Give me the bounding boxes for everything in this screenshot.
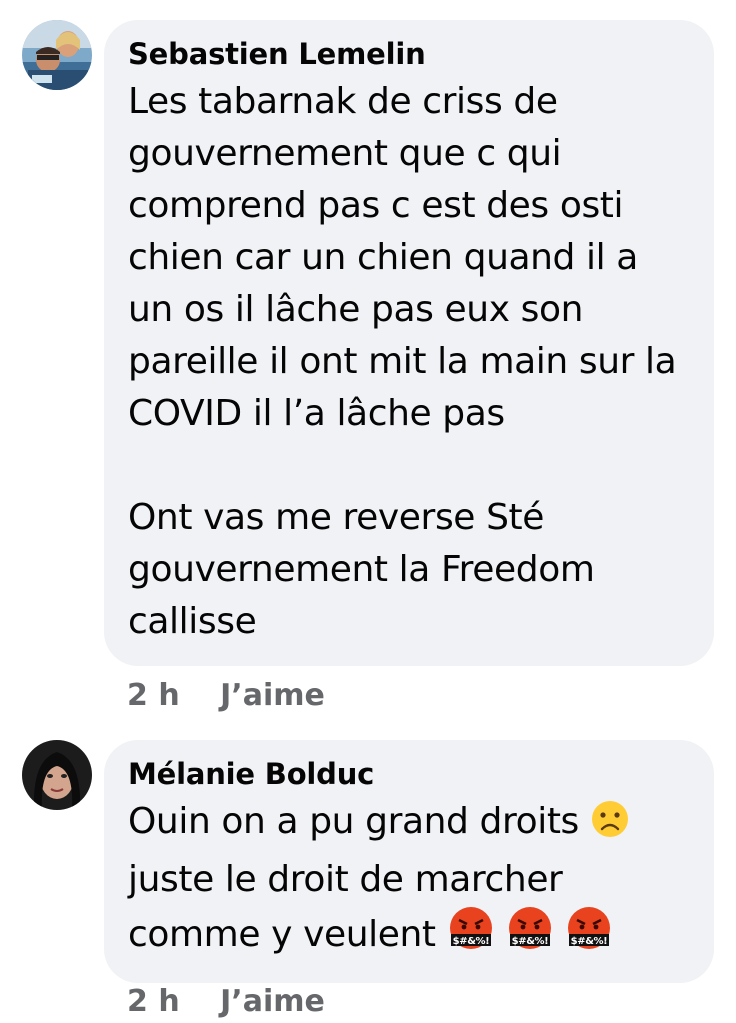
- like-button[interactable]: J’aime: [220, 984, 325, 1020]
- comment-text-line: Ouin on a pu grand droits: [128, 801, 579, 842]
- like-button[interactable]: J’aime: [220, 678, 325, 714]
- face-with-symbols-on-mouth-emoji: $#&%!: [565, 906, 613, 967]
- comment-author[interactable]: Mélanie Bolduc: [128, 756, 690, 792]
- comment-author[interactable]: Sebastien Lemelin: [128, 36, 690, 72]
- comment-paragraph: Les tabarnak de criss de gouvernement qu…: [128, 81, 677, 434]
- comment-text: Ouin on a pu grand droits juste le droit…: [128, 796, 690, 967]
- svg-text:$#&%!: $#&%!: [570, 936, 607, 947]
- avatar-photo: [22, 20, 92, 90]
- comment-paragraph: Ont vas me reverse Sté gouvernement la F…: [128, 497, 595, 642]
- comment-text-line: juste le droit de marcher comme y veulen…: [128, 859, 563, 955]
- svg-text:$#&%!: $#&%!: [452, 936, 489, 947]
- avatar[interactable]: [22, 20, 92, 90]
- comment-bubble: Sebastien Lemelin Les tabarnak de criss …: [104, 20, 714, 666]
- frowning-face-emoji: [590, 799, 630, 854]
- comment-text: Les tabarnak de criss de gouvernement qu…: [128, 76, 690, 648]
- svg-text:$#&%!: $#&%!: [511, 936, 548, 947]
- comment-bubble: Mélanie Bolduc Ouin on a pu grand droits…: [104, 740, 714, 983]
- face-with-symbols-on-mouth-emoji: $#&%!: [447, 906, 495, 967]
- comment-timestamp[interactable]: 2 h: [127, 678, 180, 714]
- face-with-symbols-on-mouth-emoji: $#&%!: [506, 906, 554, 967]
- comment-timestamp[interactable]: 2 h: [127, 984, 180, 1020]
- comment-meta: 2 h J’aime: [127, 984, 325, 1020]
- avatar-photo: [22, 740, 92, 810]
- comment-meta: 2 h J’aime: [127, 678, 325, 714]
- avatar[interactable]: [22, 740, 92, 810]
